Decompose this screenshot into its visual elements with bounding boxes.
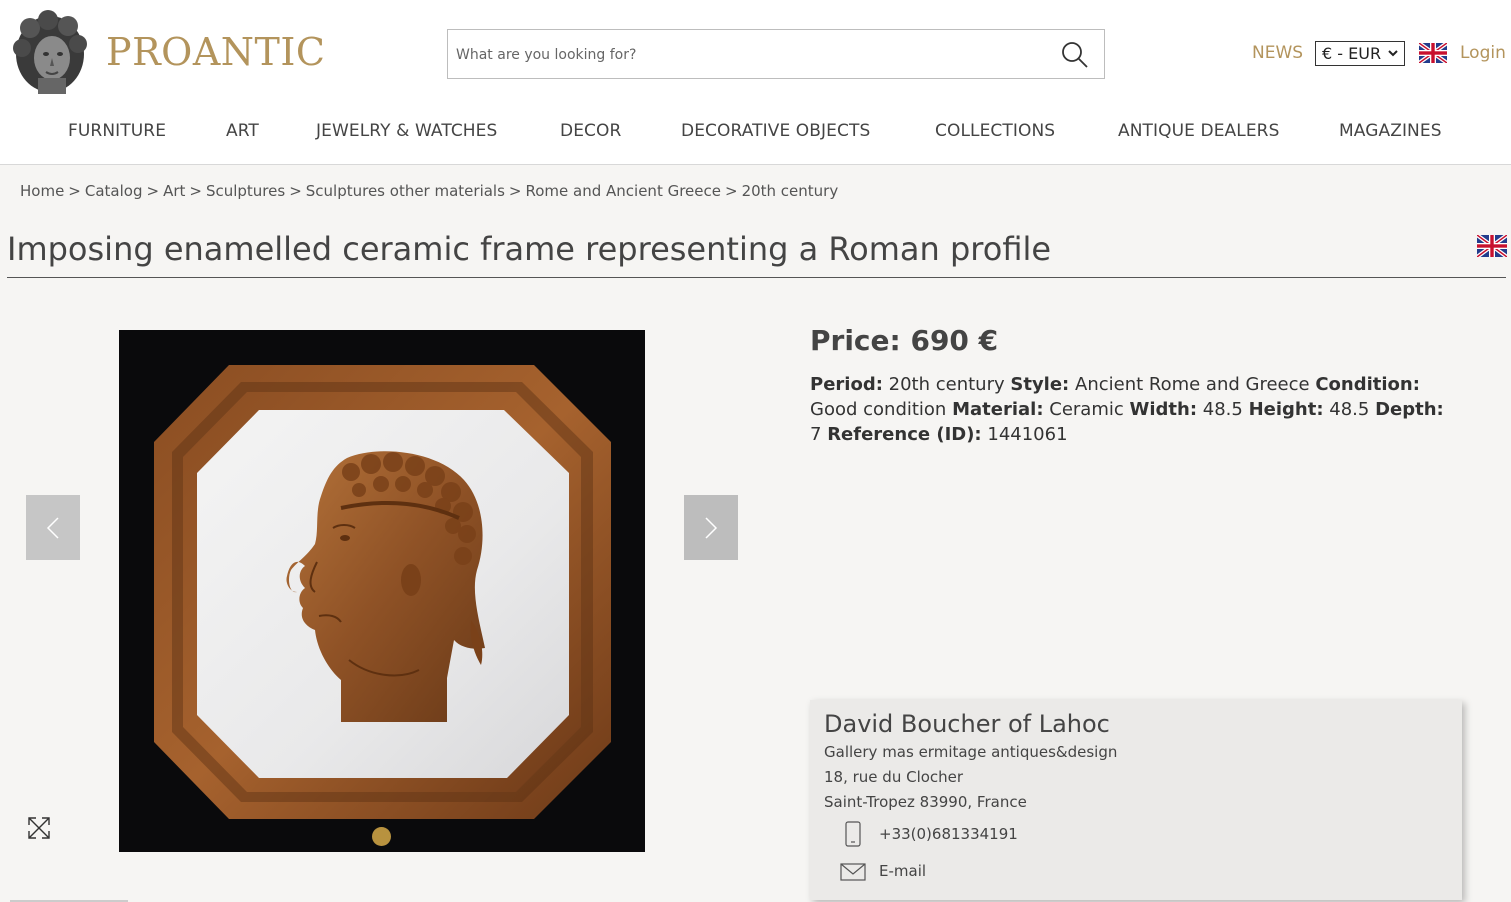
nav-item-magazines[interactable]: MAGAZINES [1339,121,1442,141]
page-title: Imposing enamelled ceramic frame represe… [7,230,1052,268]
spec-value-width: 48.5 [1202,399,1243,420]
breadcrumb-separator: > [68,182,81,200]
gallery-next-button[interactable] [684,495,738,560]
gallery-prev-button[interactable] [26,495,80,560]
nav-item-antique-dealers[interactable]: ANTIQUE DEALERS [1118,121,1280,141]
bust-logo-icon[interactable] [8,10,92,96]
breadcrumb-catalog[interactable]: Catalog [85,182,143,200]
product-image[interactable] [119,330,645,852]
news-link[interactable]: NEWS [1252,43,1303,63]
nav-item-art[interactable]: ART [226,121,259,141]
brand-name[interactable]: PROANTIC [106,30,325,74]
spec-value-height: 48.5 [1329,399,1370,420]
spec-label-depth: Depth: [1375,399,1444,420]
currency-select[interactable]: € - EUR [1315,41,1405,66]
dealer-email-link[interactable]: E-mail [879,862,926,880]
title-divider [7,277,1506,278]
dealer-phone[interactable]: +33(0)681334191 [879,825,1018,843]
uk-flag-icon[interactable] [1419,43,1447,63]
mail-icon [840,863,866,881]
nav-item-decor[interactable]: DECOR [560,121,621,141]
search-input[interactable] [456,40,1036,70]
breadcrumb-rome-greece[interactable]: Rome and Ancient Greece [526,182,721,200]
product-specs: Period: 20th century Style: Ancient Rome… [810,372,1460,447]
nav-item-decorative-objects[interactable]: DECORATIVE OBJECTS [681,121,870,141]
currency-value: € - EUR [1322,44,1382,63]
spec-label-reference: Reference (ID): [827,424,982,445]
chevron-left-icon [46,516,59,539]
breadcrumb-sculptures-other[interactable]: Sculptures other materials [306,182,505,200]
breadcrumb-separator: > [146,182,160,200]
product-price: Price: 690 € [810,324,999,357]
main-nav: FURNITURE ART JEWELRY & WATCHES DECOR DE… [0,121,1511,145]
phone-icon [845,821,861,847]
breadcrumb-separator: > [189,182,202,200]
spec-label-condition: Condition: [1315,374,1420,395]
search-bar [447,29,1105,79]
breadcrumb-art[interactable]: Art [163,182,185,200]
login-link[interactable]: Login [1460,43,1506,63]
dealer-address-line1: 18, rue du Clocher [824,768,964,786]
nav-item-furniture[interactable]: FURNITURE [68,121,166,141]
spec-value-reference: 1441061 [987,424,1068,445]
site-header: PROANTIC NEWS € - EUR Login FURNITURE AR… [0,0,1511,165]
spec-label-width: Width: [1129,399,1198,420]
spec-label-period: Period: [810,374,883,395]
chevron-right-icon [705,516,718,539]
chevron-down-icon [1388,50,1398,57]
breadcrumb-separator: > [508,182,522,200]
nav-item-jewelry-watches[interactable]: JEWELRY & WATCHES [316,121,497,141]
spec-value-condition: Good condition [810,399,947,420]
breadcrumb-sculptures[interactable]: Sculptures [206,182,285,200]
spec-label-height: Height: [1248,399,1324,420]
nav-item-collections[interactable]: COLLECTIONS [935,121,1055,141]
spec-label-style: Style: [1010,374,1070,395]
expand-icon[interactable] [26,815,52,841]
uk-flag-icon[interactable] [1477,235,1507,257]
breadcrumb-20th-century[interactable]: 20th century [742,182,839,200]
spec-value-material: Ceramic [1049,399,1124,420]
dealer-gallery: Gallery mas ermitage antiques&design [824,743,1118,761]
breadcrumb-separator: > [289,182,302,200]
spec-value-depth: 7 [810,424,822,445]
dealer-name[interactable]: David Boucher of Lahoc [824,710,1110,738]
breadcrumb: Home > Catalog > Art > Sculptures > Sculptures o… [20,182,838,200]
breadcrumb-home[interactable]: Home [20,182,64,200]
dealer-card: David Boucher of Lahoc Gallery mas ermit… [810,700,1462,900]
spec-value-period: 20th century [888,374,1005,395]
search-icon[interactable] [1060,40,1090,70]
roman-profile-ceramic-image [154,365,611,819]
breadcrumb-separator: > [724,182,738,200]
spec-label-material: Material: [952,399,1044,420]
dealer-address-line2: Saint-Tropez 83990, France [824,793,1027,811]
gallery-dot-active[interactable] [372,827,391,846]
spec-value-style: Ancient Rome and Greece [1075,374,1310,395]
